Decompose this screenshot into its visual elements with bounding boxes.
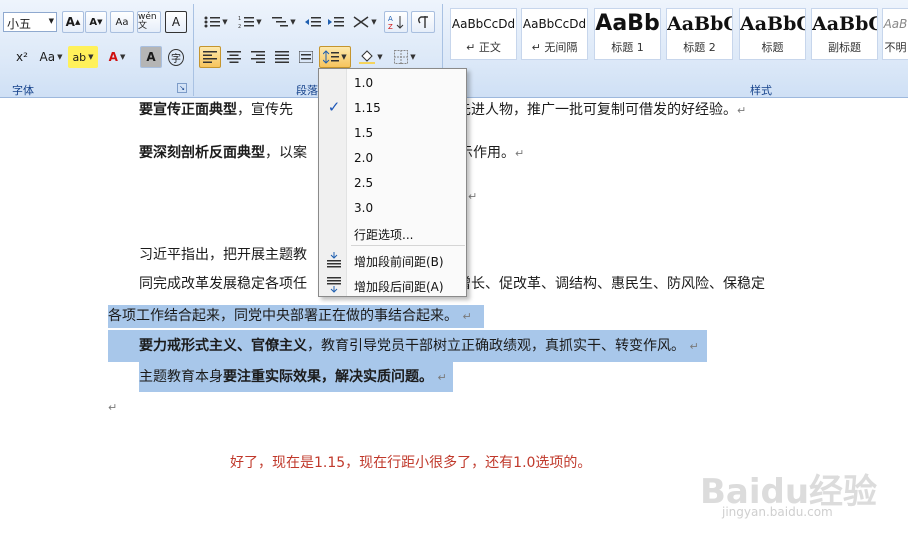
shrink-font-button[interactable]: A ▼ [85, 11, 107, 33]
clear-format-button[interactable]: Aa [110, 11, 134, 33]
style-sample: AaBbC [740, 13, 805, 35]
border-icon [394, 50, 409, 64]
font-size-value: 小五 [7, 17, 32, 31]
style-tile-subtitle[interactable]: AaBbC 副标题 [811, 8, 878, 60]
distributed-icon [299, 51, 313, 63]
menu-item-spacing-1-15[interactable]: ✓ 1.15 [319, 96, 466, 121]
font-size-combobox[interactable]: 小五 ▼ [3, 12, 57, 32]
borders-button[interactable]: ▼ [390, 46, 420, 68]
selected-text: 主题教育本身要注重实际效果，解决实质问题。 ↵ [139, 362, 453, 392]
menu-separator [351, 245, 465, 246]
styles-group-label: 样式 [750, 84, 772, 97]
style-tile-heading-2[interactable]: AaBbC 标题 2 [666, 8, 733, 60]
space-after-icon [326, 277, 342, 293]
style-tile-subtle[interactable]: AaB 不明 [882, 8, 908, 60]
style-name: ↵ 正文 [466, 41, 501, 54]
style-name: ↵ 无间隔 [531, 41, 578, 54]
align-left-button[interactable] [199, 46, 221, 68]
group-divider [193, 4, 194, 96]
paragraph-mark: ↵ [108, 401, 118, 414]
font-dialog-launcher[interactable]: ↘ [177, 83, 187, 93]
align-left-icon [203, 51, 217, 63]
menu-item-spacing-2-0[interactable]: 2.0 [319, 146, 466, 171]
paragraph: 习近平指出，把开展主题教 [139, 247, 307, 263]
indent-icon [328, 17, 344, 27]
style-sample: AaBbC [667, 13, 732, 35]
paragraph-group-label: 段落 [296, 84, 318, 97]
text-highlight-button[interactable]: ab ▼ [68, 46, 98, 68]
paint-bucket-icon [359, 50, 376, 64]
selected-text: 各项工作结合起来，同党中央部署正在做的事结合起来。 ↵ [108, 305, 484, 328]
style-name: 标题 [761, 41, 784, 54]
menu-item-spacing-1-0[interactable]: 1.0 [319, 71, 466, 96]
char-border-button[interactable]: A [165, 11, 187, 33]
style-name: 不明 [884, 41, 907, 54]
checkmark-icon: ✓ [327, 98, 341, 116]
style-sample: AaBb [595, 11, 660, 36]
style-tile-title[interactable]: AaBbC 标题 [739, 8, 806, 60]
superscript-button[interactable]: x² [10, 46, 34, 68]
menu-item-spacing-1-5[interactable]: 1.5 [319, 121, 466, 146]
change-case-button[interactable]: Aa ▼ [36, 46, 66, 68]
style-name: 副标题 [828, 41, 861, 54]
line-spacing-menu: 1.0 ✓ 1.15 1.5 2.0 2.5 3.0 行距选项... 增加段前间… [318, 68, 467, 297]
enclose-char-button[interactable]: 字 [165, 46, 187, 68]
paragraph-mark-icon [418, 16, 428, 28]
style-sample: AaBbCcDd [522, 17, 587, 31]
style-tile-normal[interactable]: AaBbCcDd ↵ 正文 [450, 8, 517, 60]
svg-text:1: 1 [238, 16, 241, 22]
bullets-button[interactable]: ▼ [200, 11, 232, 33]
paragraph-mark: ↵ [468, 190, 478, 203]
menu-item-line-spacing-options[interactable]: 行距选项... [319, 221, 466, 246]
style-sample: AaBbCcDd [451, 17, 516, 31]
line-spacing-button[interactable]: ▼ [319, 46, 351, 68]
chinese-layout-icon [353, 16, 369, 28]
menu-item-add-space-after[interactable]: 增加段后间距(A) [319, 273, 466, 298]
space-before-icon [326, 252, 342, 268]
style-sample: AaBbC [812, 13, 877, 35]
svg-text:Z: Z [388, 23, 393, 30]
menu-item-spacing-2-5[interactable]: 2.5 [319, 171, 466, 196]
justify-icon [275, 51, 289, 63]
decrease-indent-button[interactable] [302, 11, 324, 33]
chevron-down-icon: ▼ [48, 17, 54, 25]
increase-indent-button[interactable] [325, 11, 347, 33]
numbering-button[interactable]: 1 2 ▼ [234, 11, 266, 33]
svg-text:2: 2 [238, 24, 241, 29]
align-center-button[interactable] [223, 46, 245, 68]
style-tile-heading-1[interactable]: AaBb 标题 1 [594, 8, 661, 60]
grow-font-button[interactable]: A ▲ [62, 11, 84, 33]
selected-text: 要力戒形式主义、官僚主义，教育引导党员干部树立正确政绩观，真抓实干、转变作风。 … [108, 330, 707, 362]
align-right-button[interactable] [247, 46, 269, 68]
style-name: 标题 1 [611, 41, 644, 54]
justify-button[interactable] [271, 46, 293, 68]
menu-item-spacing-3-0[interactable]: 3.0 [319, 196, 466, 221]
style-name: 标题 2 [683, 41, 716, 54]
outdent-icon [305, 17, 321, 27]
annotation-caption: 好了，现在是1.15，现在行距小很多了，还有1.0选项的。 [230, 455, 592, 471]
chinese-layout-button[interactable]: ▼ [350, 11, 380, 33]
font-group-label: 字体 [12, 84, 34, 97]
align-center-icon [227, 51, 241, 63]
multilevel-list-icon [272, 17, 289, 27]
sort-button[interactable]: AZ [384, 11, 408, 33]
watermark-url: jingyan.baidu.com [722, 505, 833, 519]
bullet-list-icon [204, 16, 221, 28]
char-shading-button[interactable]: A [140, 46, 162, 68]
svg-text:A: A [388, 15, 393, 23]
style-tile-no-spacing[interactable]: AaBbCcDd ↵ 无间隔 [521, 8, 588, 60]
menu-item-add-space-before[interactable]: 增加段前间距(B) [319, 248, 466, 273]
style-sample: AaB [883, 17, 908, 31]
distributed-button[interactable] [295, 46, 317, 68]
line-spacing-icon [323, 50, 340, 64]
phonetic-guide-button[interactable]: wén 文 [137, 11, 161, 33]
shading-button[interactable]: ▼ [355, 46, 387, 68]
show-marks-button[interactable] [411, 11, 435, 33]
font-color-button[interactable]: A ▼ [102, 46, 132, 68]
multilevel-list-button[interactable]: ▼ [268, 11, 300, 33]
align-right-icon [251, 51, 265, 63]
sort-az-icon: AZ [388, 15, 404, 30]
numbered-list-icon: 12 [238, 16, 255, 29]
